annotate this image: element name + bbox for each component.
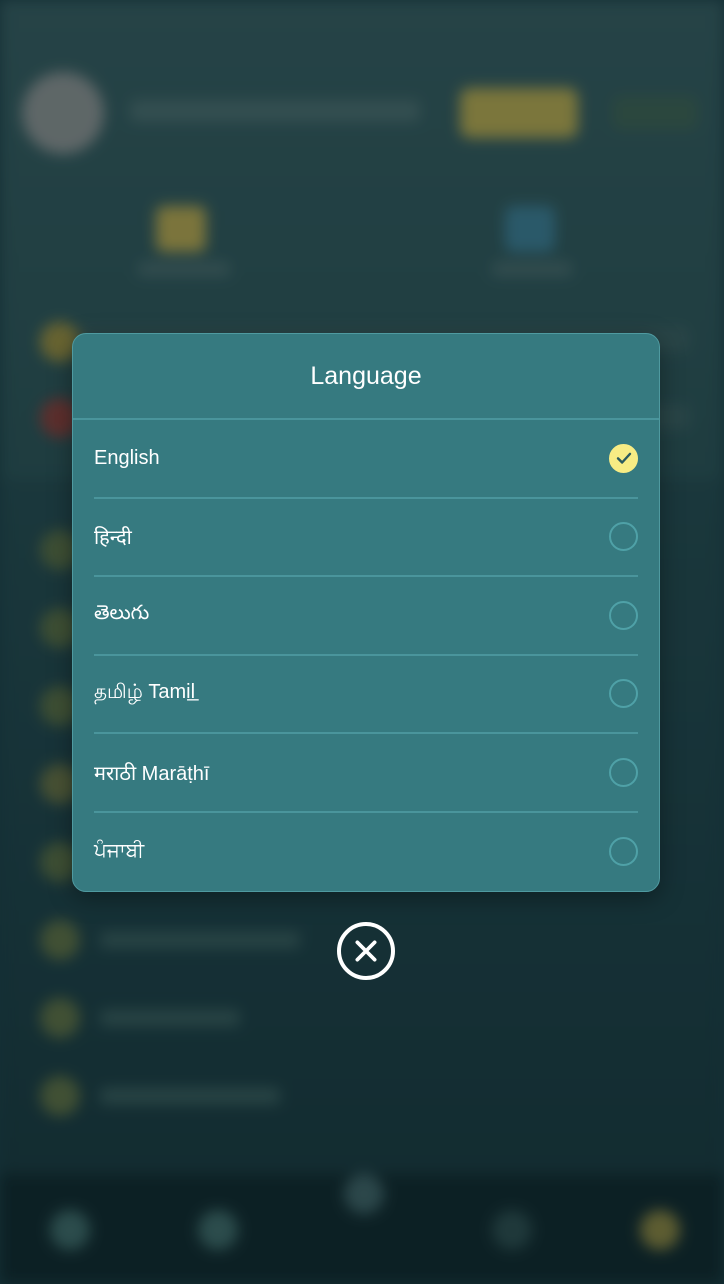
close-dialog-button[interactable]	[337, 922, 395, 980]
radio-unselected[interactable]	[609, 757, 638, 787]
language-label: తెలుగు	[94, 601, 150, 624]
radio-unselected[interactable]	[609, 600, 638, 630]
language-dialog: Language English हिन्दी తెలుగు தமிழ் Tam…	[72, 333, 660, 892]
language-option-english[interactable]: English	[94, 420, 638, 499]
language-label: हिन्दी	[94, 527, 132, 550]
language-label: ਪੰਜਾਬੀ	[94, 840, 145, 863]
radio-unselected[interactable]	[609, 679, 638, 709]
page: Language English हिन्दी తెలుగు தமிழ் Tam…	[0, 0, 724, 1284]
language-option-tamil[interactable]: தமிழ் Tamil̲	[94, 656, 638, 734]
language-option-punjabi[interactable]: ਪੰਜਾਬੀ	[94, 813, 638, 892]
language-option-marathi[interactable]: मराठी Marāṭhī	[94, 734, 638, 813]
close-icon	[355, 940, 377, 962]
language-label: English	[94, 446, 160, 469]
check-icon	[616, 452, 631, 464]
language-label: தமிழ் Tamil̲	[94, 681, 196, 704]
dialog-title: Language	[310, 361, 422, 390]
radio-unselected[interactable]	[609, 837, 638, 867]
dialog-header: Language	[73, 334, 659, 420]
language-option-hindi[interactable]: हिन्दी	[94, 499, 638, 577]
language-label: मराठी Marāṭhī	[94, 762, 210, 785]
radio-unselected[interactable]	[609, 522, 638, 552]
radio-selected[interactable]	[609, 443, 638, 473]
language-list: English हिन्दी తెలుగు தமிழ் Tamil̲ मराठी…	[73, 420, 659, 891]
language-option-telugu[interactable]: తెలుగు	[94, 577, 638, 656]
